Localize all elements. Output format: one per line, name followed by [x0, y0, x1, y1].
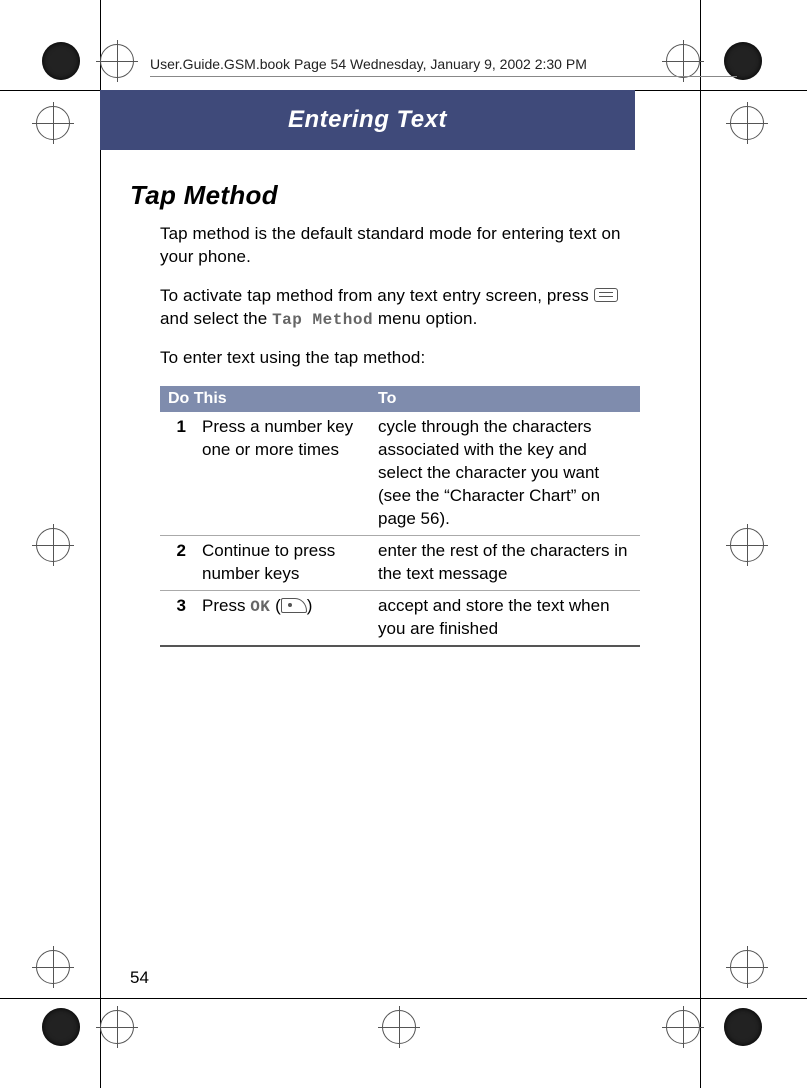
text-run: ) — [307, 596, 313, 615]
table-header-row: Do This To — [160, 386, 640, 412]
col-header-do: Do This — [160, 386, 370, 412]
registration-mark-icon — [100, 44, 134, 78]
steps-table: Do This To 1 Press a number key one or m… — [160, 386, 640, 646]
step-number: 3 — [160, 590, 194, 645]
registration-mark-icon — [666, 44, 700, 78]
chapter-title: Entering Text — [100, 90, 635, 150]
step-number: 1 — [160, 412, 194, 535]
table-row: 2 Continue to press number keys enter th… — [160, 536, 640, 591]
registration-mark-icon — [100, 1010, 134, 1044]
print-mark-icon — [42, 42, 80, 80]
text-run: Press — [202, 596, 250, 615]
step-do: Press OK () — [194, 590, 370, 645]
menu-option-label: Tap Method — [272, 311, 373, 329]
body-paragraph: Tap method is the default standard mode … — [160, 223, 640, 269]
col-header-to: To — [370, 386, 640, 412]
registration-mark-icon — [382, 1010, 416, 1044]
page-number: 54 — [130, 968, 149, 988]
table-row: 1 Press a number key one or more times c… — [160, 412, 640, 535]
step-do: Press a number key one or more times — [194, 412, 370, 535]
section-heading: Tap Method — [130, 180, 640, 211]
print-mark-icon — [42, 1008, 80, 1046]
step-number: 2 — [160, 536, 194, 591]
step-to: accept and store the text when you are f… — [370, 590, 640, 645]
body-paragraph: To enter text using the tap method: — [160, 347, 640, 370]
menu-key-icon — [594, 288, 618, 302]
registration-mark-icon — [730, 950, 764, 984]
table-row: 3 Press OK () accept and store the text … — [160, 590, 640, 645]
crop-line-right — [700, 0, 701, 1088]
registration-mark-icon — [36, 528, 70, 562]
registration-mark-icon — [36, 106, 70, 140]
header-rule — [150, 76, 737, 77]
page-content: Tap Method Tap method is the default sta… — [130, 180, 640, 647]
step-to: enter the rest of the characters in the … — [370, 536, 640, 591]
step-to: cycle through the characters associated … — [370, 412, 640, 535]
softkey-icon — [281, 598, 307, 613]
registration-mark-icon — [730, 106, 764, 140]
step-do: Continue to press number keys — [194, 536, 370, 591]
registration-mark-icon — [36, 950, 70, 984]
registration-mark-icon — [730, 528, 764, 562]
crop-line-left — [100, 0, 101, 1088]
text-run: menu option. — [378, 309, 478, 328]
running-header: User.Guide.GSM.book Page 54 Wednesday, J… — [150, 56, 587, 72]
text-run: ( — [270, 596, 280, 615]
crop-line-bottom — [0, 998, 807, 999]
print-mark-icon — [724, 42, 762, 80]
text-run: To activate tap method from any text ent… — [160, 286, 594, 305]
body-paragraph: To activate tap method from any text ent… — [160, 285, 640, 332]
text-run: and select the — [160, 309, 272, 328]
registration-mark-icon — [666, 1010, 700, 1044]
softkey-label: OK — [250, 598, 270, 616]
print-mark-icon — [724, 1008, 762, 1046]
